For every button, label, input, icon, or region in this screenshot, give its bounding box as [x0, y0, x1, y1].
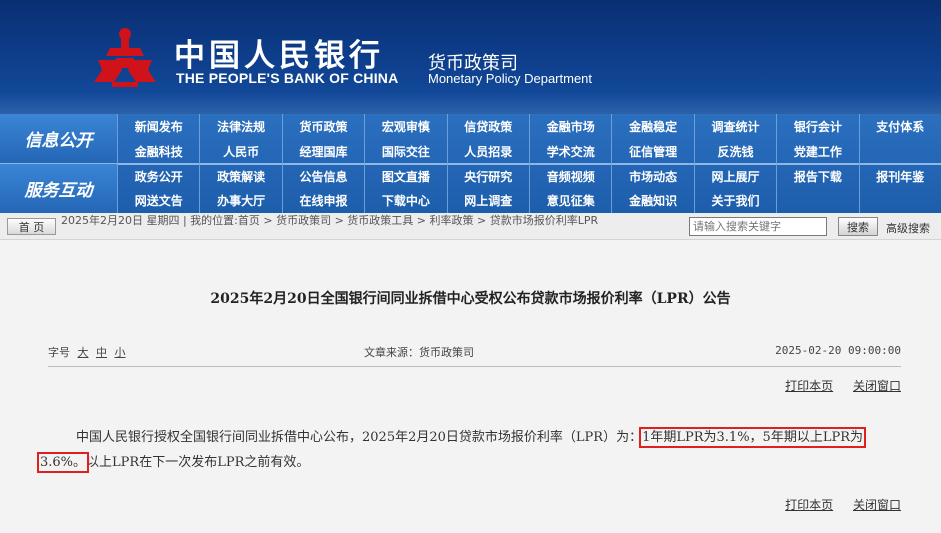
- meta-divider: [48, 366, 901, 367]
- department-name-en: Monetary Policy Department: [428, 71, 593, 86]
- header-banner: 中国人民银行 THE PEOPLE'S BANK OF CHINA 货币政策司 …: [0, 0, 941, 114]
- close-window-link[interactable]: 关闭窗口: [853, 379, 901, 393]
- nav-section-service-interaction: 服务互动: [0, 164, 117, 213]
- nav-item[interactable]: 市场动态: [611, 163, 694, 189]
- font-size-label: 字号: [48, 346, 70, 359]
- nav-item[interactable]: 金融知识: [611, 188, 693, 213]
- article-body: 中国人民银行授权全国银行间同业拆借中心公布，2025年2月20日贷款市场报价利率…: [36, 425, 890, 475]
- nav-item[interactable]: 政策解读: [199, 163, 282, 189]
- nav-item[interactable]: 网上展厅: [693, 163, 777, 189]
- nav-item[interactable]: 金融稳定: [611, 114, 693, 139]
- nav-item[interactable]: 新闻发布: [117, 114, 199, 139]
- lpr-highlight-1: 1年期LPR为3.1%，5年期以上LPR为: [639, 427, 866, 448]
- nav-item[interactable]: 在线申报: [281, 188, 364, 213]
- nav-item[interactable]: 关于我们: [693, 188, 776, 213]
- close-window-link[interactable]: 关闭窗口: [853, 498, 901, 512]
- nav-item[interactable]: 报刊年鉴: [858, 163, 941, 189]
- nav-item[interactable]: 政务公开: [117, 163, 200, 189]
- article-source: 文章来源：货币政策司: [364, 346, 474, 359]
- page-tools-bottom: 打印本页 关闭窗口: [769, 496, 901, 513]
- search-button[interactable]: 搜索: [838, 217, 878, 236]
- nav-grid: 新闻发布 法律法规 货币政策 宏观审慎 信贷政策 金融市场 金融稳定 调查统计 …: [117, 114, 941, 213]
- nav-item[interactable]: 信贷政策: [446, 114, 529, 139]
- bank-name-cn[interactable]: 中国人民银行: [174, 30, 384, 75]
- article-container: 2025年2月20日全国银行间同业拆借中心受权公布贷款市场报价利率（LPR）公告…: [0, 254, 941, 533]
- nav-item[interactable]: 法律法规: [199, 114, 281, 139]
- bank-name-en[interactable]: THE PEOPLE'S BANK OF CHINA: [176, 70, 398, 86]
- main-nav: 信息公开 服务互动 新闻发布 法律法规 货币政策 宏观审慎 信贷政策 金融市场 …: [0, 114, 941, 213]
- nav-item[interactable]: 国际交往: [364, 138, 446, 164]
- pboc-emblem-icon[interactable]: [92, 26, 158, 88]
- breadcrumb-bar: 首 页 2025年2月20日 星期四 | 我的位置:首页 > 货币政策司 > 货…: [0, 213, 941, 240]
- nav-item[interactable]: 学术交流: [529, 138, 611, 164]
- nav-item[interactable]: 下载中心: [364, 188, 446, 213]
- nav-item[interactable]: 银行会计: [776, 114, 858, 139]
- nav-item[interactable]: 音频视频: [529, 163, 612, 189]
- nav-item[interactable]: 网送文告: [117, 188, 199, 213]
- font-size-small[interactable]: 小: [115, 346, 126, 359]
- print-link[interactable]: 打印本页: [785, 379, 833, 393]
- nav-item[interactable]: 图文直播: [364, 163, 447, 189]
- nav-item[interactable]: 经理国库: [281, 138, 364, 164]
- nav-item[interactable]: 办事大厅: [199, 188, 281, 213]
- nav-item[interactable]: 宏观审慎: [364, 114, 446, 139]
- article-title: 2025年2月20日全国银行间同业拆借中心受权公布贷款市场报价利率（LPR）公告: [210, 291, 731, 307]
- nav-item[interactable]: 支付体系: [858, 114, 941, 139]
- nav-item[interactable]: 反洗钱: [693, 138, 776, 164]
- nav-item[interactable]: 意见征集: [529, 188, 611, 213]
- home-button[interactable]: 首 页: [7, 218, 56, 235]
- nav-item[interactable]: 报告下载: [776, 163, 859, 189]
- nav-item-empty: [776, 188, 858, 213]
- nav-item[interactable]: 党建工作: [776, 138, 858, 164]
- nav-item[interactable]: 调查统计: [693, 114, 776, 139]
- search-input[interactable]: [689, 217, 827, 236]
- lpr-highlight-2: 3.6%。: [36, 452, 90, 473]
- nav-item[interactable]: 央行研究: [446, 163, 529, 189]
- nav-item[interactable]: 金融市场: [529, 114, 611, 139]
- nav-item[interactable]: 公告信息: [281, 163, 365, 189]
- nav-item-empty: [858, 188, 941, 213]
- nav-section-info-disclosure: 信息公开: [0, 114, 117, 163]
- article-datetime: 2025-02-20 09:00:00: [775, 344, 901, 357]
- font-size-selector: 字号 大 中 小: [48, 344, 126, 360]
- article-meta: 字号 大 中 小 文章来源：货币政策司 2025-02-20 09:00:00: [48, 344, 901, 360]
- nav-item[interactable]: 人民币: [199, 138, 281, 164]
- font-size-large[interactable]: 大: [78, 346, 89, 359]
- nav-item[interactable]: 货币政策: [281, 114, 364, 139]
- nav-item[interactable]: 网上调查: [446, 188, 529, 213]
- nav-item[interactable]: 金融科技: [117, 138, 199, 164]
- nav-item[interactable]: 征信管理: [611, 138, 693, 164]
- nav-item-empty: [858, 138, 941, 164]
- body-intro: 中国人民银行授权全国银行间同业拆借中心公布，2025年2月20日贷款市场报价利率…: [76, 430, 643, 445]
- print-link[interactable]: 打印本页: [785, 498, 833, 512]
- font-size-medium[interactable]: 中: [96, 346, 107, 359]
- nav-item[interactable]: 人员招录: [446, 138, 529, 164]
- breadcrumb[interactable]: 2025年2月20日 星期四 | 我的位置:首页 > 货币政策司 > 货币政策工…: [61, 214, 681, 227]
- body-tail: 以上LPR在下一次发布LPR之前有效。: [86, 455, 310, 470]
- page-tools-top: 打印本页 关闭窗口: [769, 377, 901, 394]
- advanced-search-link[interactable]: 高级搜索: [886, 220, 930, 236]
